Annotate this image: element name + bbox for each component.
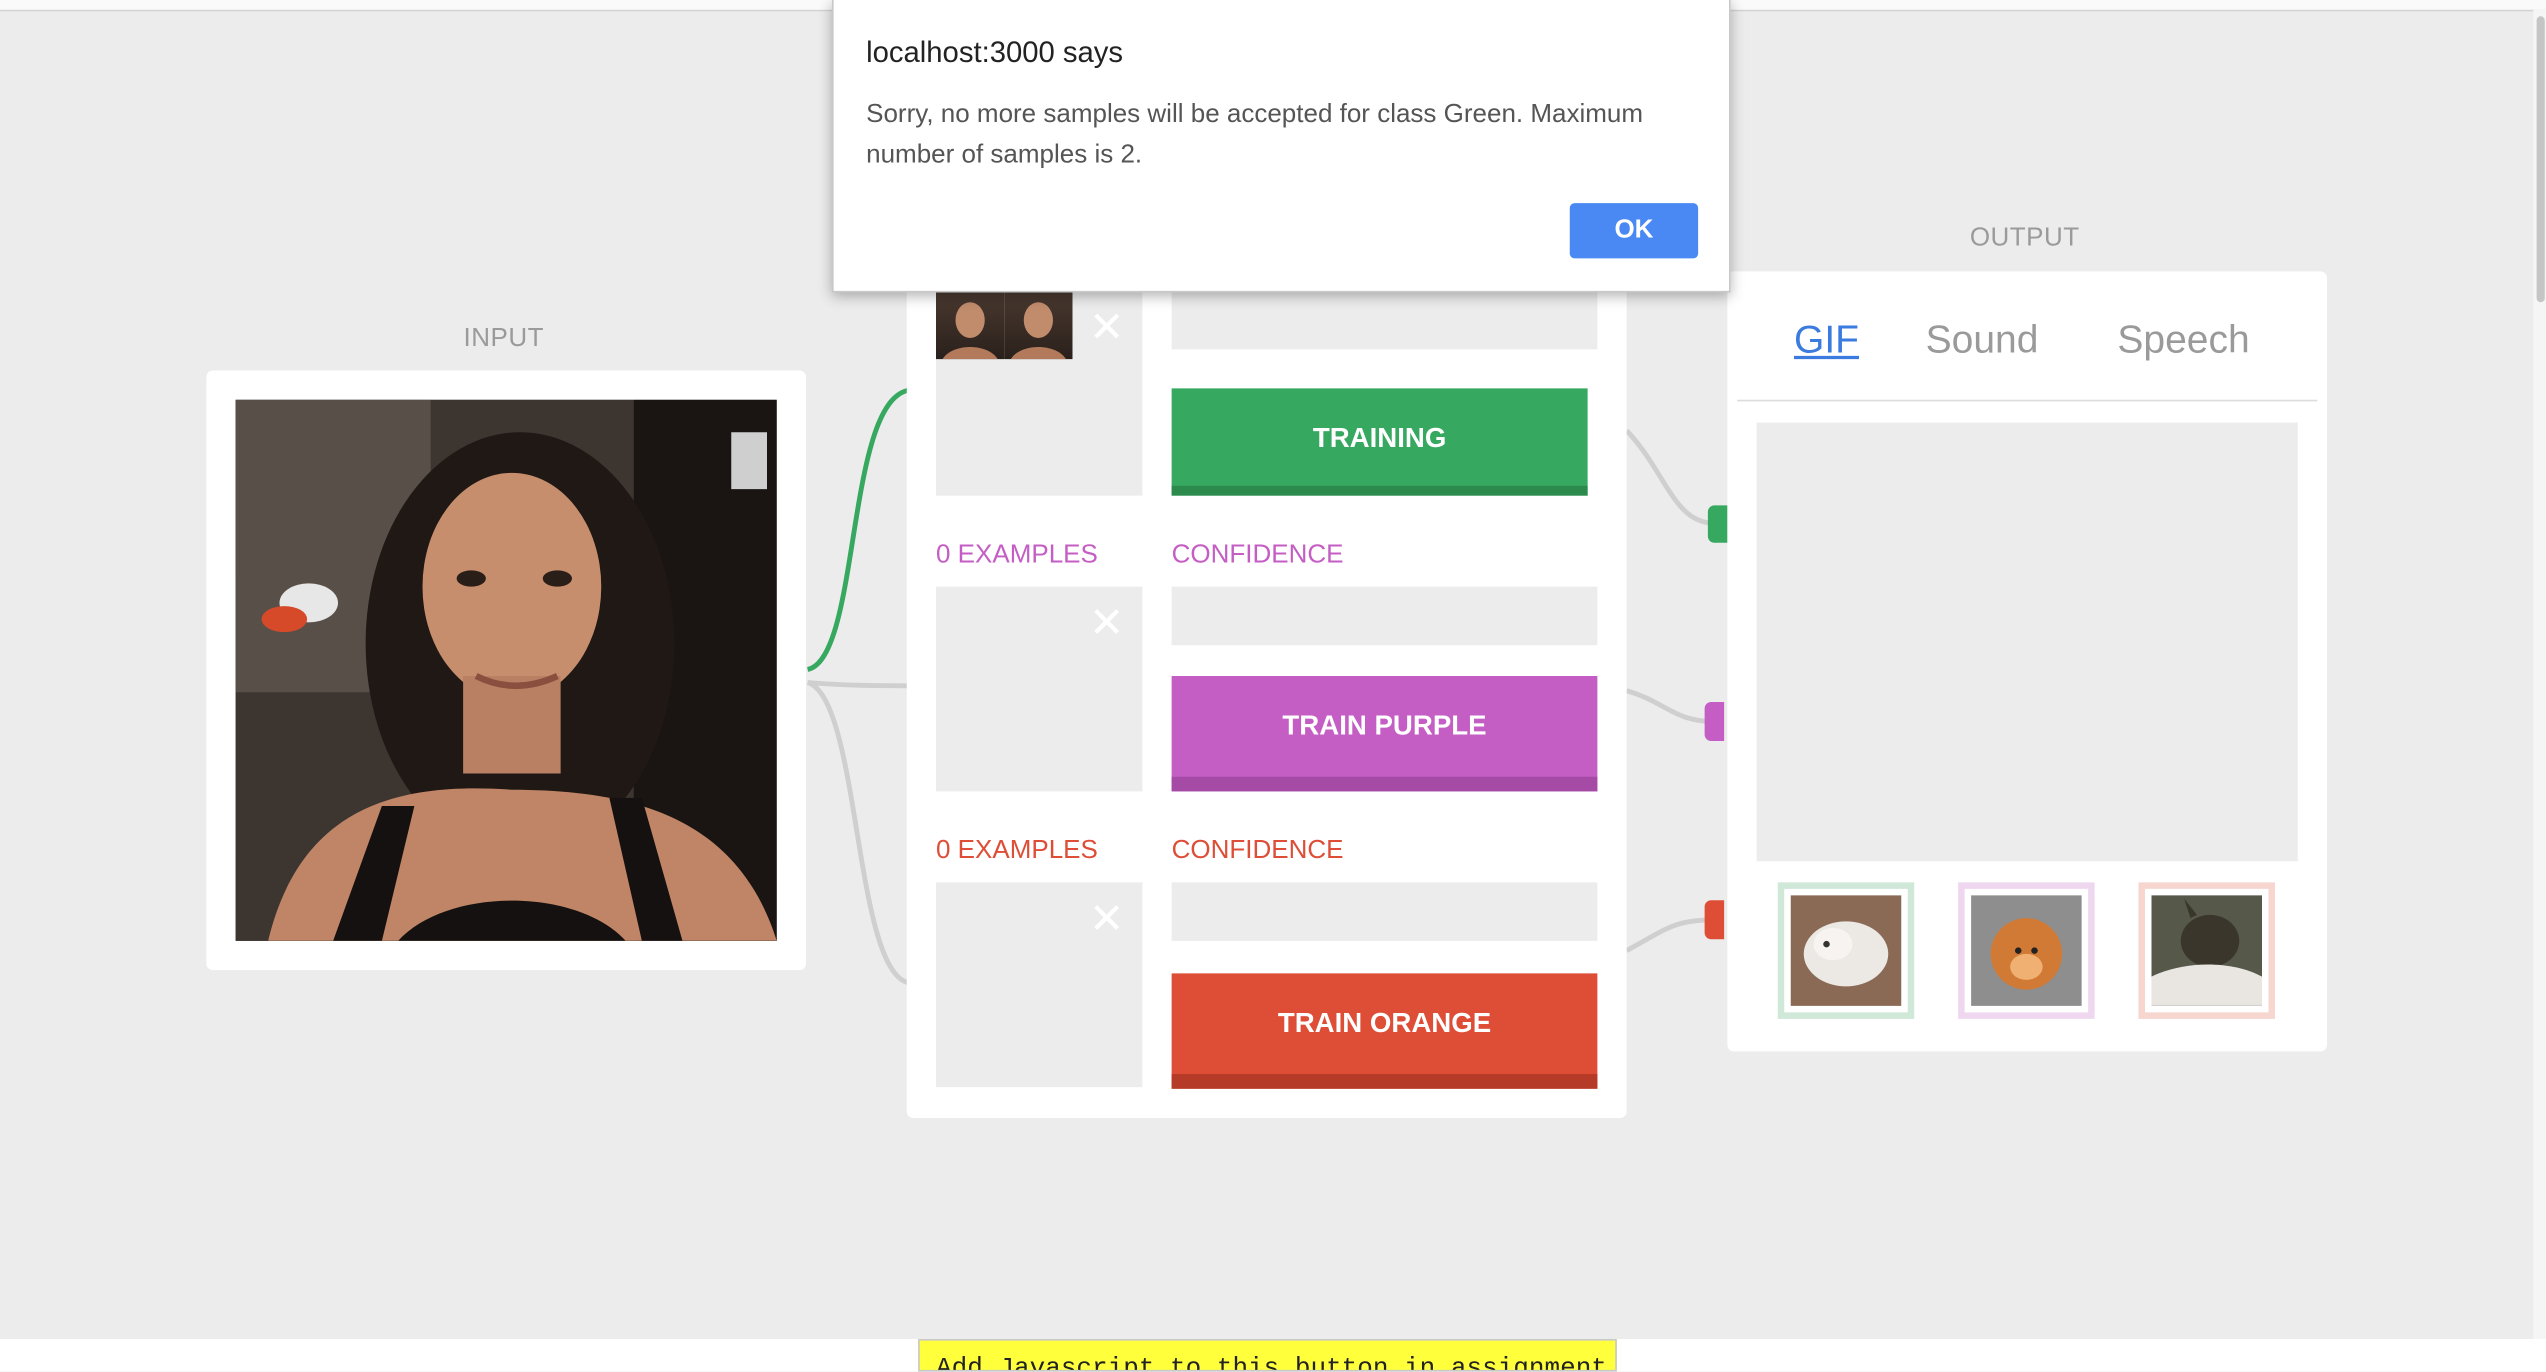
clear-green-close-icon[interactable]: ✕ xyxy=(1089,306,1125,348)
gif-preview xyxy=(1756,422,2298,862)
gif-thumb-green[interactable] xyxy=(1777,882,1915,1019)
green-confidence-bar xyxy=(1171,290,1598,350)
purple-examples-count: 0 EXAMPLES xyxy=(936,541,1098,569)
tab-gif[interactable]: GIF xyxy=(1794,319,1859,365)
purple-output-connector xyxy=(1704,702,1725,741)
purple-confidence-label: CONFIDENCE xyxy=(1171,541,1344,569)
wire-out-green xyxy=(1624,428,1715,526)
wire-green xyxy=(806,387,911,672)
green-sample-1 xyxy=(936,290,1005,360)
clear-purple-close-icon[interactable]: ✕ xyxy=(1089,601,1125,643)
train-orange-button[interactable]: TRAIN ORANGE xyxy=(1171,973,1598,1089)
gif-thumb-purple[interactable] xyxy=(1958,882,2095,1019)
wire-purple xyxy=(807,680,911,689)
alert-dialog: localhost:3000 says Sorry, no more sampl… xyxy=(832,0,1731,293)
dialog-message: Sorry, no more samples will be accepted … xyxy=(866,100,1644,169)
orange-confidence-label: CONFIDENCE xyxy=(1171,836,1344,865)
tabs-divider xyxy=(1737,399,2318,402)
white-dog-icon xyxy=(1790,895,1902,1006)
train-green-button[interactable]: TRAINING xyxy=(1171,388,1588,496)
wire-out-purple xyxy=(1625,688,1715,724)
webcam-frame-icon xyxy=(235,399,777,941)
scrollbar-thumb[interactable] xyxy=(2536,16,2545,303)
output-label: OUTPUT xyxy=(1969,224,2080,252)
rabbit-icon xyxy=(2151,895,2262,1006)
input-label: INPUT xyxy=(463,325,544,353)
face-thumb-icon xyxy=(942,302,998,360)
wire-orange xyxy=(806,680,911,986)
face-thumb-icon xyxy=(1010,302,1066,360)
pomeranian-icon xyxy=(1971,895,2082,1006)
tab-speech[interactable]: Speech xyxy=(2117,319,2249,365)
assignment-button-banner[interactable]: Add Javascript to this button in assignm… xyxy=(918,1339,1617,1372)
wire-out-orange xyxy=(1625,917,1715,953)
orange-output-connector xyxy=(1704,900,1725,940)
green-sample-2 xyxy=(1004,290,1073,360)
dialog-ok-button[interactable]: OK xyxy=(1569,203,1699,259)
clear-orange-close-icon[interactable]: ✕ xyxy=(1089,897,1125,939)
purple-confidence-bar xyxy=(1171,586,1598,646)
dialog-title: localhost:3000 says xyxy=(866,35,1124,69)
gif-thumb-orange[interactable] xyxy=(2138,882,2275,1019)
orange-examples-count: 0 EXAMPLES xyxy=(936,836,1098,865)
orange-confidence-bar xyxy=(1171,882,1598,941)
train-purple-button[interactable]: TRAIN PURPLE xyxy=(1171,676,1598,792)
green-output-connector xyxy=(1707,505,1728,543)
tab-sound[interactable]: Sound xyxy=(1926,319,2039,365)
webcam-video xyxy=(235,399,777,941)
